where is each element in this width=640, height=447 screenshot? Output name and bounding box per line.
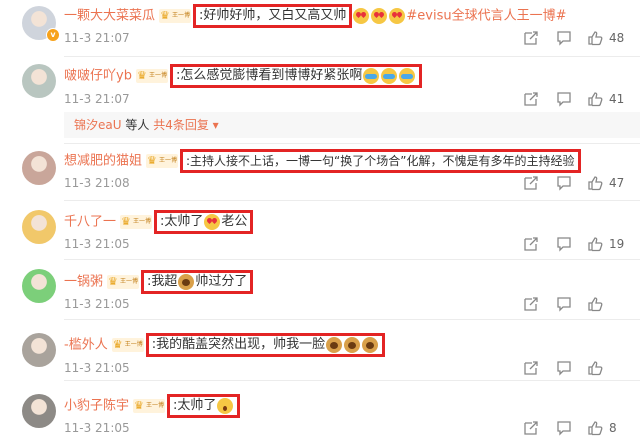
avatar[interactable] — [22, 64, 56, 98]
highlighted-text: :我超 帅过分了 — [141, 270, 254, 294]
fan-badge: ♛ 王一博 — [120, 215, 153, 229]
doge-emoji-icon — [362, 336, 379, 353]
like-count: 41 — [609, 92, 625, 106]
crown-icon: ♛ — [121, 215, 131, 228]
topic-tag-link[interactable]: #evisu全球代言人王一博# — [406, 9, 566, 24]
highlighted-text: :太帅了 — [167, 394, 241, 418]
username-link[interactable]: 小豹子陈宇 — [64, 399, 129, 414]
share-icon[interactable] — [523, 175, 539, 191]
like-icon[interactable] — [587, 175, 603, 191]
divider — [64, 380, 640, 381]
share-icon[interactable] — [523, 236, 539, 252]
comment-line: 千八了一 ♛ 王一博:太帅了 老公 — [64, 210, 254, 234]
crown-icon: ♛ — [160, 9, 170, 22]
highlighted-text: :太帅了 老公 — [154, 210, 254, 234]
divider — [64, 259, 640, 260]
like-count: 8 — [609, 421, 617, 435]
comment-icon[interactable] — [556, 236, 572, 252]
comment-icon[interactable] — [556, 360, 572, 376]
avatar[interactable] — [22, 210, 56, 244]
username-link[interactable]: 一颗大大菜菜瓜 — [64, 9, 155, 24]
share-icon[interactable] — [523, 91, 539, 107]
crying-emoji-icon — [381, 67, 398, 84]
username-link[interactable]: 啵啵仔吖yb — [64, 69, 132, 84]
share-icon[interactable] — [523, 30, 539, 46]
reply-summary: 锦汐eaU 等人 共4条回复 ▾ — [64, 112, 640, 138]
doge-emoji-icon — [178, 273, 195, 290]
comment-line: 一锅粥 ♛ 王一博:我超 帅过分了 — [64, 270, 254, 294]
like-icon[interactable] — [587, 236, 603, 252]
comment-line: 小豹子陈宇 ♛ 王一博:太帅了 — [64, 394, 241, 418]
timestamp: 11-3 21:05 — [64, 421, 130, 435]
like-icon[interactable] — [587, 420, 603, 436]
timestamp: 11-3 21:05 — [64, 361, 130, 375]
comment-icon[interactable] — [556, 296, 572, 312]
highlighted-text: :我的酷盖突然出现，帅我一脸 — [145, 333, 386, 357]
heart-eyes-emoji-icon — [389, 8, 406, 24]
comment-line: 啵啵仔吖yb ♛ 王一博:怎么感觉膨博看到博博好紧张啊 — [64, 64, 423, 88]
fan-badge: ♛ 王一博 — [107, 275, 140, 289]
like-count: 48 — [609, 31, 625, 45]
highlighted-text: :怎么感觉膨博看到博博好紧张啊 — [169, 64, 423, 88]
share-icon[interactable] — [523, 360, 539, 376]
crown-icon: ♛ — [108, 275, 118, 288]
crown-icon: ♛ — [136, 69, 147, 82]
divider — [64, 200, 640, 201]
username-link[interactable]: 想减肥的猫姐 — [64, 154, 142, 169]
highlighted-text: :主持人接不上话，一博一句“换了个场合”化解，不愧是有多年的主持经验 — [180, 149, 581, 173]
comment-icon[interactable] — [556, 30, 572, 46]
comment-icon[interactable] — [556, 420, 572, 436]
fan-badge: ♛ 王一博 — [133, 399, 166, 413]
crying-emoji-icon — [363, 67, 380, 84]
heart-eyes-emoji-icon — [353, 8, 370, 24]
timestamp: 11-3 21:05 — [64, 297, 130, 311]
crown-icon: ♛ — [134, 399, 144, 412]
chevron-down-icon[interactable]: ▾ — [213, 118, 219, 132]
like-icon[interactable] — [587, 360, 603, 376]
crown-icon: ♛ — [147, 154, 157, 167]
avatar[interactable] — [22, 151, 56, 185]
like-count: 19 — [609, 237, 625, 251]
verified-badge-icon: v — [46, 28, 60, 42]
comment-line: -槛外人 ♛ 王一博:我的酷盖突然出现，帅我一脸 — [64, 333, 386, 357]
like-count: 47 — [609, 176, 625, 190]
avatar[interactable] — [22, 269, 56, 303]
fan-badge: ♛ 王一博 — [146, 154, 179, 168]
divider — [64, 143, 640, 144]
shocked-emoji-icon — [217, 397, 234, 414]
highlighted-text: :好帅好帅，又白又高又帅 — [193, 4, 353, 28]
like-icon[interactable] — [587, 296, 603, 312]
timestamp: 11-3 21:07 — [64, 92, 130, 106]
like-icon[interactable] — [587, 91, 603, 107]
timestamp: 11-3 21:05 — [64, 237, 130, 251]
doge-emoji-icon — [326, 336, 343, 353]
fan-badge: ♛ 王一博 — [159, 9, 192, 23]
comment-icon[interactable] — [556, 175, 572, 191]
username-link[interactable]: -槛外人 — [64, 338, 108, 353]
comment-line: 想减肥的猫姐 ♛ 王一博:主持人接不上话，一博一句“换了个场合”化解，不愧是有多年的… — [64, 149, 581, 173]
heart-eyes-emoji-icon — [204, 213, 221, 230]
username-link[interactable]: 千八了一 — [64, 215, 116, 230]
crying-emoji-icon — [399, 67, 416, 84]
share-icon[interactable] — [523, 296, 539, 312]
avatar[interactable] — [22, 394, 56, 428]
share-icon[interactable] — [523, 420, 539, 436]
heart-eyes-emoji-icon — [371, 8, 388, 24]
crown-icon: ♛ — [112, 338, 123, 351]
timestamp: 11-3 21:07 — [64, 31, 130, 45]
like-icon[interactable] — [587, 30, 603, 46]
doge-emoji-icon — [344, 336, 361, 353]
divider — [64, 56, 640, 57]
reply-username-link[interactable]: 锦汐eaU — [74, 118, 122, 132]
view-replies-link[interactable]: 共4条回复 — [153, 118, 209, 132]
fan-badge: ♛ 王一博 — [135, 69, 168, 83]
comment-line: 一颗大大菜菜瓜 ♛ 王一博:好帅好帅，又白又高又帅 #evisu全球代言人王一博# — [64, 4, 567, 28]
divider — [64, 319, 640, 320]
fan-badge: ♛ 王一博 — [111, 338, 144, 352]
username-link[interactable]: 一锅粥 — [64, 275, 103, 290]
avatar[interactable] — [22, 333, 56, 367]
timestamp: 11-3 21:08 — [64, 176, 130, 190]
comment-icon[interactable] — [556, 91, 572, 107]
